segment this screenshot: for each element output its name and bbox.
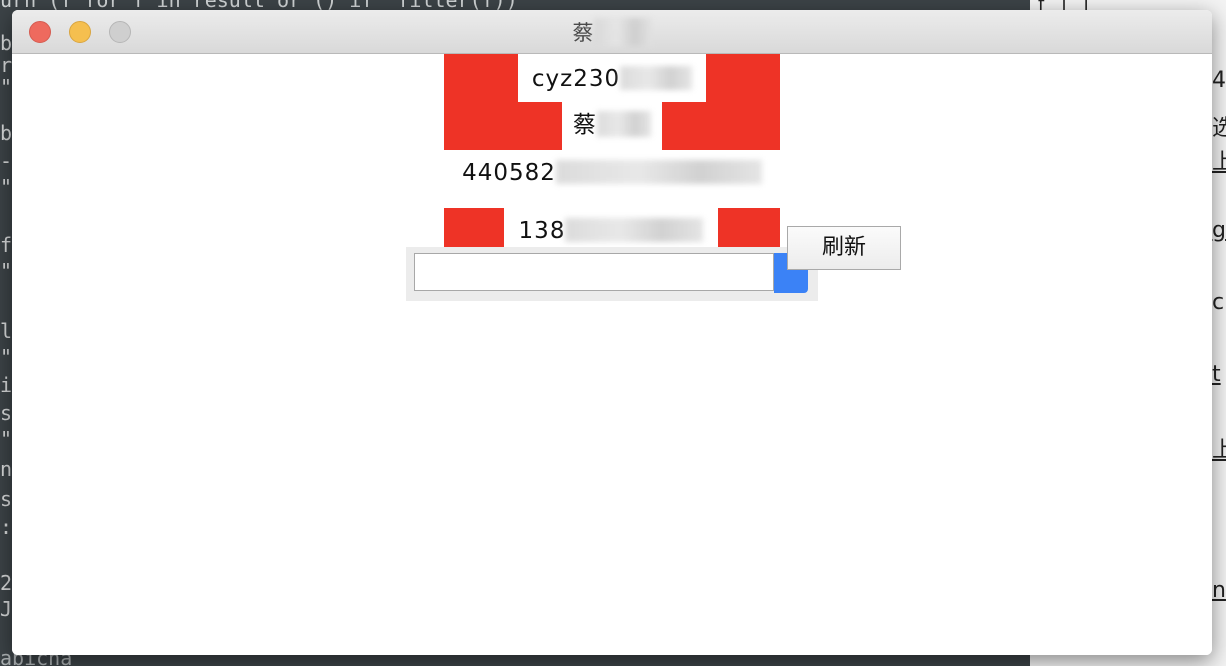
document-char: 上 bbox=[1212, 438, 1226, 463]
document-char: t bbox=[1212, 362, 1221, 387]
title-bar[interactable]: 蔡 bbox=[12, 10, 1212, 54]
document-char: 4' bbox=[1212, 68, 1226, 93]
document-char: g bbox=[1212, 218, 1226, 243]
refresh-button[interactable]: 刷新 bbox=[787, 226, 901, 270]
red-block bbox=[662, 102, 780, 150]
redacted-blur bbox=[555, 159, 762, 184]
captcha-input-row bbox=[406, 247, 818, 301]
window-title-text: 蔡 bbox=[572, 21, 594, 45]
id-number-text: 440582 bbox=[462, 160, 556, 186]
red-block bbox=[706, 54, 780, 102]
red-block bbox=[518, 102, 562, 150]
username-text: cyz230 bbox=[531, 66, 621, 92]
window-title: 蔡 bbox=[12, 10, 1212, 53]
window-content: cyz230 蔡 440582 138 刷新 bbox=[12, 54, 1212, 655]
app-window: 蔡 cyz230 蔡 440582 138 刷新 bbox=[12, 10, 1212, 655]
document-char: n bbox=[1212, 578, 1226, 603]
document-char: c bbox=[1212, 290, 1225, 315]
redacted-blur bbox=[620, 65, 693, 90]
redacted-blur bbox=[597, 110, 651, 137]
username-field: cyz230 bbox=[518, 56, 706, 102]
redacted-blur bbox=[593, 18, 652, 46]
redacted-blur bbox=[565, 217, 704, 242]
document-char: 上 bbox=[1212, 150, 1226, 175]
name-text: 蔡 bbox=[573, 112, 597, 138]
document-char: 选 bbox=[1212, 116, 1226, 141]
name-field: 蔡 bbox=[562, 102, 662, 148]
id-number-field: 440582 bbox=[444, 150, 780, 196]
phone-text: 138 bbox=[518, 218, 566, 244]
red-block bbox=[444, 54, 518, 150]
captcha-input[interactable] bbox=[414, 253, 774, 291]
